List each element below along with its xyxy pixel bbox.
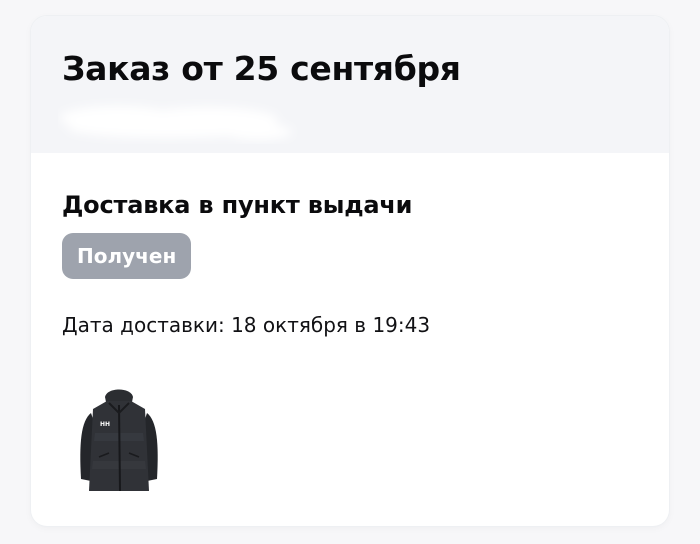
jacket-icon: HH — [80, 389, 158, 492]
product-thumbnail[interactable]: HH — [69, 383, 169, 498]
order-title: Заказ от 25 сентября — [62, 49, 461, 88]
jacket-brand-mark: HH — [100, 421, 110, 428]
order-header: Заказ от 25 сентября — [31, 16, 669, 153]
status-badge: Получен — [62, 233, 192, 279]
delivery-date: Дата доставки: 18 октября в 19:43 — [62, 313, 431, 337]
order-card[interactable]: Заказ от 25 сентября Доставка в пункт вы… — [31, 16, 669, 526]
redacted-blur — [60, 106, 292, 140]
delivery-type: Доставка в пункт выдачи — [62, 191, 413, 219]
